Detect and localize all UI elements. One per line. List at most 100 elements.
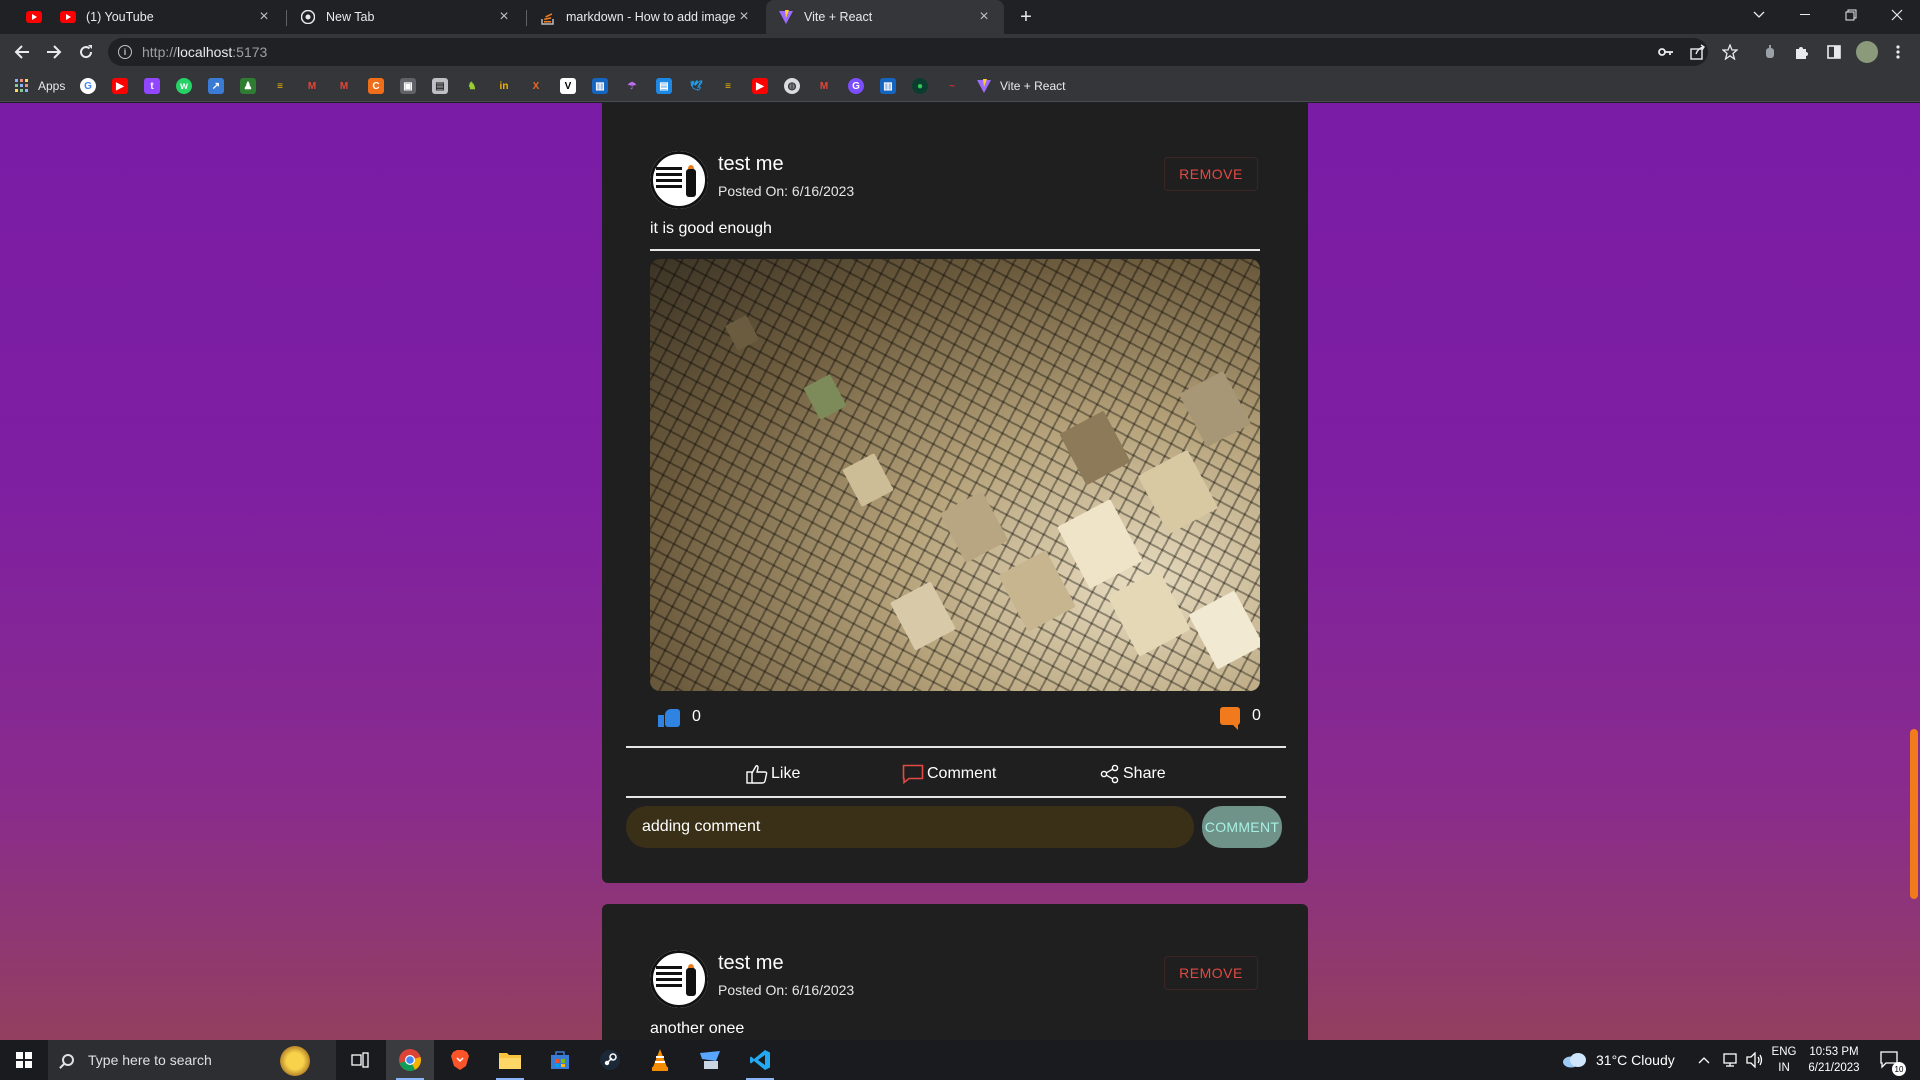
submit-comment-button[interactable]: COMMENT — [1202, 806, 1282, 848]
brave-icon[interactable] — [436, 1040, 484, 1080]
close-icon[interactable]: × — [976, 8, 992, 26]
post-author[interactable]: test me — [718, 952, 784, 975]
share-button[interactable]: Share — [1100, 764, 1166, 784]
like-count-value: 0 — [692, 708, 701, 725]
tab-markdown[interactable]: markdown - How to add images × — [528, 0, 764, 34]
bookmark-icon[interactable]: X — [528, 78, 544, 94]
gmail-icon[interactable]: M — [304, 78, 320, 94]
weather-widget[interactable]: 31°C Cloudy — [1562, 1040, 1675, 1080]
tab-new-tab[interactable]: New Tab × — [288, 0, 524, 34]
start-button[interactable] — [0, 1040, 48, 1080]
tab-search-icon[interactable] — [1736, 0, 1782, 30]
gmail-icon[interactable]: M — [816, 78, 832, 94]
puzzle-icon[interactable] — [1792, 42, 1812, 62]
apps-grid-icon[interactable] — [14, 78, 30, 94]
comment-bubble-icon — [1220, 707, 1240, 730]
bookmark-icon[interactable]: ▤ — [656, 78, 672, 94]
tab-title: Vite + React — [804, 10, 873, 24]
bookmark-icon[interactable]: ▥ — [880, 78, 896, 94]
new-tab-button[interactable]: + — [1014, 5, 1038, 29]
bookmark-icon[interactable]: C — [368, 78, 384, 94]
side-panel-icon[interactable] — [1824, 42, 1844, 62]
remove-button[interactable]: REMOVE — [1164, 157, 1258, 191]
bookmark-apps-label[interactable]: Apps — [38, 79, 65, 93]
close-window-icon[interactable] — [1874, 0, 1920, 30]
bookmark-icon[interactable]: G — [848, 78, 864, 94]
steam-icon[interactable] — [586, 1040, 634, 1080]
youtube-icon — [26, 9, 42, 25]
tab-vite-react[interactable]: Vite + React × — [766, 0, 1004, 34]
notes-icon[interactable]: ▤ — [432, 78, 448, 94]
comment-button[interactable]: Comment — [902, 764, 996, 784]
tab-pinned-youtube[interactable] — [14, 0, 44, 34]
notification-center-icon[interactable]: 10 — [1880, 1040, 1906, 1080]
input-language[interactable]: ENG IN — [1770, 1044, 1798, 1076]
post-author[interactable]: test me — [718, 153, 784, 176]
vite-icon[interactable] — [976, 78, 992, 94]
restore-icon[interactable] — [1828, 0, 1874, 30]
volume-icon[interactable] — [1746, 1040, 1764, 1080]
weather-sun-icon[interactable] — [280, 1046, 310, 1076]
close-icon[interactable]: × — [736, 8, 752, 26]
bookmark-star-icon[interactable] — [1720, 42, 1740, 62]
reload-icon[interactable] — [74, 40, 98, 64]
bookmark-icon[interactable]: ♞ — [464, 78, 480, 94]
share-icon — [1100, 764, 1120, 784]
whatsapp-icon[interactable]: w — [176, 78, 192, 94]
file-explorer-icon[interactable] — [486, 1040, 534, 1080]
bookmark-icon[interactable]: ~ — [944, 78, 960, 94]
like-button[interactable]: Like — [746, 764, 800, 784]
profile-avatar[interactable] — [1856, 41, 1878, 63]
globe-icon[interactable]: ◍ — [784, 78, 800, 94]
scrollbar-thumb[interactable] — [1910, 729, 1918, 899]
tab-youtube[interactable]: (1) YouTube × — [48, 0, 284, 34]
share-page-icon[interactable] — [1688, 42, 1708, 62]
search-icon — [62, 1054, 74, 1066]
tray-overflow-icon[interactable] — [1698, 1040, 1710, 1080]
store-icon[interactable] — [536, 1040, 584, 1080]
key-icon[interactable] — [1656, 42, 1676, 62]
google-icon[interactable]: G — [80, 78, 96, 94]
bookmark-icon[interactable]: ● — [912, 78, 928, 94]
bookmark-icon[interactable]: ≡ — [720, 78, 736, 94]
chess-icon[interactable]: ♟ — [240, 78, 256, 94]
vlc-icon[interactable] — [636, 1040, 684, 1080]
page-scrollbar[interactable] — [1908, 103, 1920, 1040]
vscode-icon[interactable] — [736, 1040, 784, 1080]
back-icon[interactable] — [10, 40, 34, 64]
bookmark-icon[interactable]: V — [560, 78, 576, 94]
bookmark-icon[interactable]: ≡ — [272, 78, 288, 94]
comment-input[interactable]: adding comment — [626, 806, 1194, 848]
tab-title: markdown - How to add images — [566, 10, 736, 24]
address-bar[interactable]: i http://localhost:5173 — [108, 38, 1708, 66]
thumbs-up-outline-icon — [746, 764, 768, 784]
task-view-icon[interactable] — [336, 1040, 384, 1080]
network-icon[interactable] — [1722, 1040, 1740, 1080]
youtube-bookmark-icon[interactable]: ▶ — [112, 78, 128, 94]
chart-bookmark-icon[interactable]: ↗ — [208, 78, 224, 94]
twitch-icon[interactable]: t — [144, 78, 160, 94]
bookmark-vite-label[interactable]: Vite + React — [1000, 79, 1065, 93]
bookmark-icon[interactable]: ☂ — [624, 78, 640, 94]
menu-kebab-icon[interactable] — [1888, 42, 1908, 62]
bookmark-icon[interactable]: ▥ — [592, 78, 608, 94]
browser-toolbar: i http://localhost:5173 — [0, 34, 1920, 70]
bookmark-icon[interactable]: in — [496, 78, 512, 94]
post-date: Posted On: 6/16/2023 — [718, 982, 855, 998]
close-icon[interactable]: × — [256, 8, 272, 26]
youtube-bookmark-icon[interactable]: ▶ — [752, 78, 768, 94]
tab-divider — [526, 10, 527, 26]
clock[interactable]: 10:53 PM 6/21/2023 — [1802, 1044, 1866, 1076]
language-code: ENG — [1771, 1046, 1797, 1058]
minimize-icon[interactable] — [1782, 0, 1828, 30]
gmail-icon[interactable]: M — [336, 78, 352, 94]
forward-icon[interactable] — [42, 40, 66, 64]
chrome-taskbar-icon[interactable] — [386, 1040, 434, 1080]
close-icon[interactable]: × — [496, 8, 512, 26]
site-info-icon[interactable]: i — [118, 45, 132, 59]
twitter-icon[interactable]: 🕊 — [688, 78, 704, 94]
remove-button[interactable]: REMOVE — [1164, 956, 1258, 990]
app-icon[interactable] — [686, 1040, 734, 1080]
extension-icon[interactable] — [1760, 42, 1780, 62]
photo-bookmark-icon[interactable]: ▣ — [400, 78, 416, 94]
